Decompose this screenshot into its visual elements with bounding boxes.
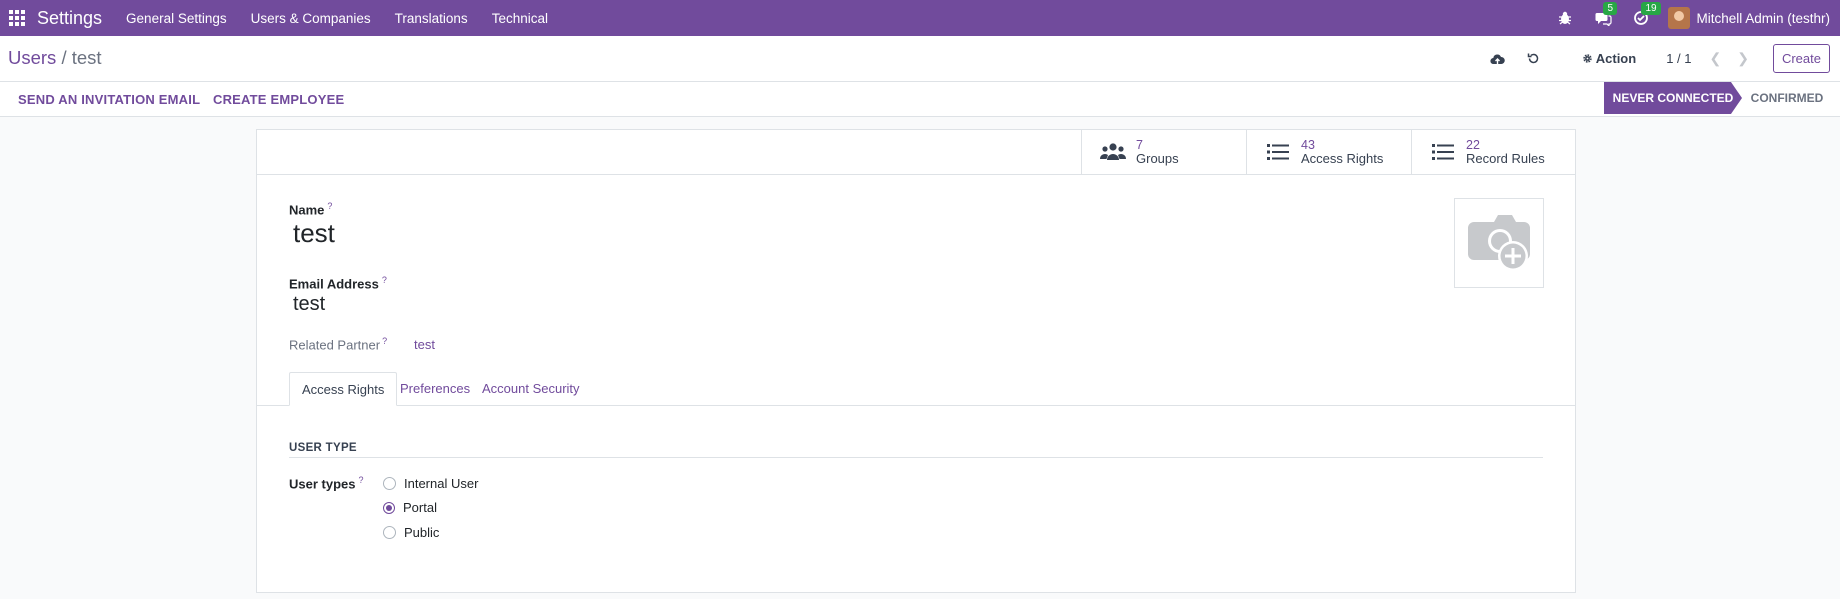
action-label: Action bbox=[1595, 51, 1637, 66]
section-user-type: USER TYPE bbox=[289, 442, 357, 454]
chat-icon[interactable]: 5 bbox=[1593, 2, 1618, 28]
breadcrumb: Users / test bbox=[8, 47, 102, 69]
user-types-label-text: User types bbox=[289, 476, 356, 492]
access-rights-count: 43 bbox=[1301, 138, 1315, 152]
status-bar: SEND AN INVITATION EMAIL CREATE EMPLOYEE… bbox=[0, 82, 1840, 117]
name-label-text: Name bbox=[289, 202, 325, 218]
related-partner-label-text: Related Partner bbox=[289, 337, 381, 353]
user-name[interactable]: Mitchell Admin (testhr) bbox=[1696, 11, 1830, 26]
smart-button-box: 7 Groups 43 Access Rights 22 Record Rule… bbox=[257, 130, 1575, 175]
radio-portal[interactable]: Portal bbox=[383, 500, 437, 515]
gear-icon bbox=[1583, 54, 1592, 63]
action-button[interactable]: Action bbox=[1582, 51, 1636, 66]
name-field[interactable]: test bbox=[293, 218, 335, 249]
tab-access-rights[interactable]: Access Rights bbox=[289, 372, 398, 406]
user-types-label: User types? bbox=[289, 475, 364, 491]
menu-general-settings[interactable]: General Settings bbox=[126, 11, 227, 26]
record-rules-button[interactable]: 22 Record Rules bbox=[1411, 130, 1576, 174]
record-rules-count: 22 bbox=[1466, 138, 1480, 152]
help-tooltip-icon[interactable]: ? bbox=[382, 336, 387, 346]
app-brand[interactable]: Settings bbox=[37, 8, 102, 29]
send-invitation-button[interactable]: SEND AN INVITATION EMAIL bbox=[18, 92, 200, 107]
users-icon bbox=[1100, 141, 1126, 163]
notebook-tabs: Access Rights Preferences Account Securi… bbox=[257, 372, 1575, 406]
activities-badge: 19 bbox=[1641, 2, 1661, 15]
radio-internal-user[interactable]: Internal User bbox=[383, 476, 478, 491]
apps-grid-icon[interactable] bbox=[9, 10, 25, 26]
related-partner-label: Related Partner? bbox=[289, 336, 387, 352]
list-icon bbox=[1265, 141, 1291, 163]
section-divider bbox=[289, 457, 1543, 458]
control-panel: Users / test Action 1 / 1 ❮ ❯ Create bbox=[0, 36, 1840, 82]
help-tooltip-icon[interactable]: ? bbox=[382, 275, 387, 285]
email-label-text: Email Address bbox=[289, 276, 379, 292]
cloud-upload-icon[interactable] bbox=[1490, 51, 1506, 67]
groups-label: Groups bbox=[1136, 151, 1179, 166]
camera-add-icon bbox=[1468, 215, 1530, 271]
tab-preferences[interactable]: Preferences bbox=[388, 372, 482, 405]
form-sheet: 7 Groups 43 Access Rights 22 Record Rule… bbox=[256, 129, 1576, 593]
name-label: Name? bbox=[289, 201, 332, 217]
menu-technical[interactable]: Technical bbox=[492, 11, 548, 26]
email-label: Email Address? bbox=[289, 275, 387, 291]
breadcrumb-separator: / bbox=[56, 47, 72, 68]
create-button[interactable]: Create bbox=[1772, 44, 1830, 73]
breadcrumb-users-link[interactable]: Users bbox=[8, 47, 56, 68]
bug-icon[interactable] bbox=[1555, 8, 1575, 28]
email-field[interactable]: test bbox=[293, 293, 325, 316]
help-tooltip-icon[interactable]: ? bbox=[327, 201, 332, 211]
help-tooltip-icon[interactable]: ? bbox=[358, 475, 363, 485]
radio-label: Public bbox=[404, 525, 440, 540]
create-employee-button[interactable]: CREATE EMPLOYEE bbox=[213, 92, 344, 107]
stage-never-connected[interactable]: NEVER CONNECTED bbox=[1604, 82, 1742, 114]
chevron-right-icon[interactable]: ❯ bbox=[1737, 50, 1749, 67]
radio-button[interactable] bbox=[383, 477, 396, 490]
menu-users-companies[interactable]: Users & Companies bbox=[251, 11, 371, 26]
top-navbar: Settings General Settings Users & Compan… bbox=[0, 0, 1840, 36]
discard-icon[interactable] bbox=[1526, 51, 1542, 67]
groups-count: 7 bbox=[1136, 138, 1143, 152]
related-partner-link[interactable]: test bbox=[414, 337, 435, 352]
radio-button-selected[interactable] bbox=[383, 501, 395, 514]
radio-button[interactable] bbox=[383, 526, 396, 539]
record-rules-label: Record Rules bbox=[1466, 151, 1545, 166]
messages-badge: 5 bbox=[1603, 2, 1618, 15]
groups-button[interactable]: 7 Groups bbox=[1081, 130, 1246, 174]
radio-label: Internal User bbox=[404, 476, 479, 491]
menu-translations[interactable]: Translations bbox=[395, 11, 468, 26]
breadcrumb-current: test bbox=[71, 47, 102, 68]
avatar[interactable] bbox=[1668, 7, 1691, 29]
chevron-left-icon[interactable]: ❮ bbox=[1710, 50, 1722, 67]
stage-confirmed[interactable]: CONFIRMED bbox=[1742, 82, 1832, 114]
avatar-upload[interactable] bbox=[1454, 198, 1544, 288]
radio-public[interactable]: Public bbox=[383, 525, 439, 540]
access-rights-button[interactable]: 43 Access Rights bbox=[1246, 130, 1411, 174]
access-rights-label: Access Rights bbox=[1301, 151, 1384, 166]
clock-check-icon[interactable]: 19 bbox=[1631, 2, 1661, 28]
pager-value[interactable]: 1 / 1 bbox=[1666, 51, 1691, 66]
tab-account-security[interactable]: Account Security bbox=[470, 372, 592, 405]
radio-label: Portal bbox=[403, 500, 437, 515]
list-icon bbox=[1430, 141, 1456, 163]
